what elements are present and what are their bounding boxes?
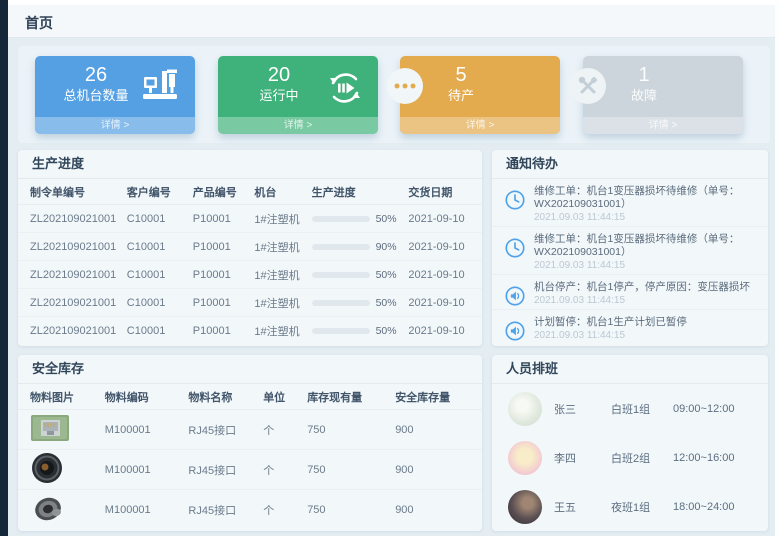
list-item: 李四 白班2组 12:00~16:00 <box>492 433 768 482</box>
list-item: 机台停产：机台1停产，停产原因：变压器损坏 2021.09.03 11:44:1… <box>492 275 768 310</box>
staff-name: 王五 <box>554 499 611 515</box>
progress-bar: 50% <box>312 269 409 281</box>
total-machines-label: 总机台数量 <box>41 87 151 105</box>
staff-schedule-title: 人员排班 <box>492 355 768 384</box>
table-row: M100001 RJ45接口 个 750 900 <box>18 490 482 530</box>
ellipsis-icon <box>387 68 423 104</box>
notification-text: 维修工单：机台1变压器损坏待维修（单号：WX202109031001） <box>534 185 756 211</box>
notification-time: 2021.09.03 11:44:15 <box>534 211 756 224</box>
card-total-machines[interactable]: 26 总机台数量 详情 > <box>35 56 195 134</box>
staff-shift: 白班1组 <box>611 401 673 417</box>
staff-name: 李四 <box>554 450 611 466</box>
avatar <box>508 490 542 524</box>
speaker-icon <box>504 281 534 305</box>
speaker-icon <box>504 316 534 341</box>
card-waiting[interactable]: 5 待产 详情 > <box>400 56 560 134</box>
tools-icon <box>570 68 606 104</box>
progress-bar: 50% <box>312 325 409 337</box>
staff-name: 张三 <box>554 401 611 417</box>
notifications-title: 通知待办 <box>492 150 768 179</box>
staff-time: 12:00~16:00 <box>673 452 734 464</box>
table-row: ZL202109021001 C10001 P10001 1#注塑机 50% 2… <box>18 317 482 345</box>
dashboard-page: 首页 26 总机台数量 详情 > <box>0 0 779 536</box>
progress-bar: 50% <box>312 213 409 225</box>
card-running[interactable]: 20 运行中 详情 > <box>218 56 378 134</box>
table-row: ZL202109021001 C10001 P10001 1#注塑机 90% 2… <box>18 233 482 261</box>
staff-shift: 夜班1组 <box>611 499 673 515</box>
list-item: 计划暂停：机台1生产计划已暂停 2021.09.03 11:44:15 <box>492 310 768 345</box>
running-icon <box>325 68 365 113</box>
speaker-cone-photo <box>30 493 105 528</box>
total-machines-details-link[interactable]: 详情 > <box>35 117 195 134</box>
rj45-connector-photo <box>30 413 105 446</box>
sidebar-edge <box>0 0 8 536</box>
total-machines-value: 26 <box>41 63 151 87</box>
fault-details-link[interactable]: 详情 > <box>583 117 743 134</box>
staff-time: 09:00~12:00 <box>673 403 734 415</box>
safety-stock-title: 安全库存 <box>18 355 482 384</box>
list-item: 维修工单：机台1变压器损坏待维修（单号：WX202109031001） 2021… <box>492 227 768 275</box>
waiting-details-link[interactable]: 详情 > <box>400 117 560 134</box>
clock-icon <box>504 233 534 270</box>
clock-icon <box>504 185 534 222</box>
notification-text: 计划暂停：机台1生产计划已暂停 <box>534 316 756 329</box>
running-details-link[interactable]: 详情 > <box>218 117 378 134</box>
running-value: 20 <box>224 63 334 87</box>
notification-time: 2021.09.03 11:44:15 <box>534 259 756 272</box>
staff-schedule-panel: 人员排班 张三 白班1组 09:00~12:00 李四 白班2组 12:00~1… <box>492 355 768 531</box>
machine-icon <box>140 68 182 107</box>
list-item: 维修工单：机台1变压器损坏待维修（单号：WX202109031001） 2021… <box>492 179 768 227</box>
avatar <box>508 392 542 426</box>
round-speaker-photo <box>30 451 105 488</box>
stat-cards-panel: 26 总机台数量 详情 > 20 运行中 <box>18 46 770 143</box>
list-item: 王五 夜班1组 18:00~24:00 <box>492 482 768 531</box>
progress-bar: 90% <box>312 241 409 253</box>
production-progress-title: 生产进度 <box>18 150 482 179</box>
notification-time: 2021.09.03 11:44:15 <box>534 294 756 307</box>
page-title: 首页 <box>25 13 53 33</box>
list-item: 张三 白班1组 09:00~12:00 <box>492 384 768 433</box>
notification-time: 2021.09.03 11:44:15 <box>534 329 756 342</box>
production-progress-panel: 生产进度 制令单编号 客户编号 产品编号 机台 生产进度 交货日期 ZL2021… <box>18 150 482 346</box>
safety-stock-panel: 安全库存 物料图片 物料编码 物料名称 单位 库存现有量 安全库存量 M1000… <box>18 355 482 531</box>
card-fault[interactable]: 1 故障 详情 > <box>583 56 743 134</box>
table-row: ZL202109021001 C10001 P10001 1#注塑机 50% 2… <box>18 261 482 289</box>
notification-text: 机台停产：机台1停产，停产原因：变压器损坏 <box>534 281 756 294</box>
progress-bar: 50% <box>312 297 409 309</box>
breadcrumb-bar: 首页 <box>8 5 775 38</box>
inventory-table-header: 物料图片 物料编码 物料名称 单位 库存现有量 安全库存量 <box>18 384 482 410</box>
staff-shift: 白班2组 <box>611 450 673 466</box>
notifications-panel: 通知待办 维修工单：机台1变压器损坏待维修（单号：WX202109031001）… <box>492 150 768 346</box>
table-row: M100001 RJ45接口 个 750 900 <box>18 450 482 490</box>
notification-text: 维修工单：机台1变压器损坏待维修（单号：WX202109031001） <box>534 233 756 259</box>
table-row: M100001 RJ45接口 个 750 900 <box>18 410 482 450</box>
running-label: 运行中 <box>224 87 334 105</box>
staff-time: 18:00~24:00 <box>673 501 734 513</box>
table-row: ZL202109021001 C10001 P10001 1#注塑机 50% 2… <box>18 289 482 317</box>
avatar <box>508 441 542 475</box>
right-edge <box>775 0 779 536</box>
production-table-header: 制令单编号 客户编号 产品编号 机台 生产进度 交货日期 <box>18 179 482 205</box>
table-row: ZL202109021001 C10001 P10001 1#注塑机 50% 2… <box>18 205 482 233</box>
